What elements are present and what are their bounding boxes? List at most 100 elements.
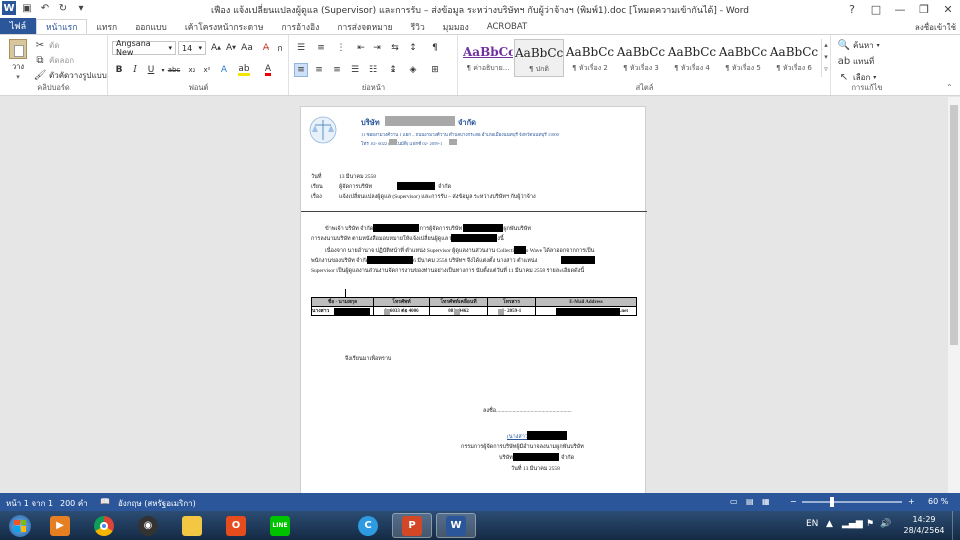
scrollbar-thumb[interactable] <box>950 105 958 345</box>
font-size-select[interactable]: 14 ▾ <box>178 41 206 55</box>
network-icon[interactable]: ▂▄▆ <box>842 519 863 529</box>
zoom-out-icon[interactable]: − <box>790 497 797 506</box>
taskbar-xbox[interactable]: ◉ <box>128 513 168 538</box>
multilevel-list-icon[interactable]: ⋮ <box>334 41 348 55</box>
strikethrough-icon[interactable]: abc <box>167 63 181 77</box>
thai-distributed-icon[interactable]: ☷ <box>366 63 380 77</box>
style-normal[interactable]: AaBbCcI ¶ ปกติ <box>514 39 564 77</box>
text-effects-icon[interactable]: A <box>217 63 231 77</box>
taskbar-powerpoint[interactable]: P <box>392 513 432 538</box>
tab-review[interactable]: รีวิว <box>402 19 434 34</box>
tab-acrobat[interactable]: ACROBAT <box>478 19 536 34</box>
paste-button[interactable]: วาง ▾ <box>6 39 30 81</box>
cut-button[interactable]: ✂ ตัด <box>34 39 60 52</box>
bullets-icon[interactable]: ☰ <box>294 41 308 55</box>
ribbon-tabs: ไฟล์ หน้าแรก แทรก ออกแบบ เค้าโครงหน้ากระ… <box>0 18 960 34</box>
zoom-level[interactable]: 60 % <box>928 497 948 506</box>
taskbar-file-explorer[interactable] <box>172 513 212 538</box>
line-spacing-icon[interactable]: ↨ <box>386 63 400 77</box>
restore-button[interactable]: ❐ <box>912 0 936 18</box>
word-count[interactable]: 200 คำ <box>60 497 88 510</box>
volume-icon[interactable]: 🔊 <box>880 519 891 529</box>
taskbar-media-player[interactable]: ▶ <box>40 513 80 538</box>
proofing-icon[interactable]: 📖 <box>100 497 110 506</box>
subscript-icon[interactable]: x₂ <box>185 63 199 77</box>
borders-icon[interactable]: ⊞ <box>428 63 442 77</box>
show-desktop-button[interactable] <box>952 511 960 540</box>
taskbar-office[interactable]: O <box>216 513 256 538</box>
style-heading-3[interactable]: AaBbCc ¶ หัวเรื่อง 3 <box>616 39 666 77</box>
increase-indent-icon[interactable]: ⇥ <box>370 41 384 55</box>
ribbon-display-button[interactable]: □ <box>864 0 888 18</box>
clear-formatting-icon[interactable]: A̶ <box>259 41 273 55</box>
taskbar-word[interactable]: W <box>436 513 476 538</box>
tab-home[interactable]: หน้าแรก <box>36 19 88 34</box>
redaction-para1-c <box>451 234 497 242</box>
style-heading-6[interactable]: AaBbCc ¶ หัวเรื่อง 6 <box>769 39 819 77</box>
numbering-icon[interactable]: ≡ <box>314 41 328 55</box>
copy-button[interactable]: ⧉ คัดลอก <box>34 54 74 67</box>
align-right-icon[interactable]: ≡ <box>330 63 344 77</box>
minimize-button[interactable]: — <box>888 0 912 18</box>
taskbar-chrome[interactable] <box>84 513 124 538</box>
paste-dropdown-icon[interactable]: ▾ <box>6 73 30 81</box>
tab-insert[interactable]: แทรก <box>87 19 126 34</box>
page-count[interactable]: หน้า 1 จาก 1 <box>6 497 53 510</box>
taskbar-c-app[interactable]: C <box>348 513 388 538</box>
tab-view[interactable]: มุมมอง <box>434 19 478 34</box>
read-mode-icon[interactable]: ▭ <box>730 497 738 506</box>
print-layout-icon[interactable]: ▤ <box>746 497 754 506</box>
sign-in-link[interactable]: ลงชื่อเข้าใช้ <box>915 21 956 34</box>
web-layout-icon[interactable]: ▦ <box>762 497 770 506</box>
align-left-icon[interactable]: ≡ <box>294 63 308 77</box>
document-page[interactable]: บริษัท จำกัด 11 ซอยงามวงศ์วาน 1 แยก – ถน… <box>300 106 647 493</box>
superscript-icon[interactable]: x² <box>200 63 214 77</box>
find-button[interactable]: 🔍 ค้นหา ▾ <box>838 39 880 52</box>
zoom-slider[interactable] <box>802 497 902 507</box>
signer-title: กรรมการผู้จัดการบริษัทผู้มีอำนาจลงนามผูก… <box>461 444 584 450</box>
sort-icon[interactable]: ↕ <box>406 41 420 55</box>
input-language[interactable]: EN <box>806 519 818 529</box>
tab-page-layout[interactable]: เค้าโครงหน้ากระดาษ <box>176 19 273 34</box>
distributed-icon[interactable]: ⇆ <box>388 41 402 55</box>
style-heading-5[interactable]: AaBbCc ¶ หัวเรื่อง 5 <box>718 39 768 77</box>
grow-font-icon[interactable]: A ▲ <box>209 41 223 55</box>
collapse-ribbon-icon[interactable]: ⌃ <box>946 83 953 92</box>
align-center-icon[interactable]: ≡ <box>312 63 326 77</box>
tab-design[interactable]: ออกแบบ <box>126 19 176 34</box>
clock[interactable]: 14:29 28/4/2564 <box>900 514 948 536</box>
help-button[interactable]: ? <box>840 0 864 18</box>
shrink-font-icon[interactable]: A ▼ <box>224 41 238 55</box>
italic-icon[interactable]: I <box>128 63 142 77</box>
zoom-in-icon[interactable]: + <box>908 497 915 506</box>
format-painter-button[interactable]: 🖌 ตัวคัดวางรูปแบบ <box>34 69 107 82</box>
start-button[interactable] <box>6 513 34 538</box>
justify-icon[interactable]: ☰ <box>348 63 362 77</box>
redaction-phone-1 <box>389 139 397 145</box>
phonetic-guide-icon[interactable]: ก <box>273 41 287 55</box>
tab-file[interactable]: ไฟล์ <box>0 18 36 34</box>
styles-scroll[interactable]: ▴ ▾ ▿ <box>821 39 830 77</box>
highlight-icon[interactable]: ab <box>237 63 251 77</box>
bold-icon[interactable]: B <box>112 63 126 77</box>
show-marks-icon[interactable]: ¶ <box>428 41 442 55</box>
font-family-select[interactable]: Angsana New ▾ <box>112 39 176 57</box>
language-indicator[interactable]: อังกฤษ (สหรัฐอเมริกา) <box>118 497 196 510</box>
style-caption[interactable]: AaBbCc ¶ ค่าอธิบาย... <box>463 39 513 77</box>
replace-button[interactable]: ab แทนที่ <box>838 55 874 68</box>
flag-icon[interactable]: ⚑ <box>866 519 874 529</box>
tab-references[interactable]: การอ้างอิง <box>273 19 329 34</box>
tray-expand-icon[interactable]: ▲ <box>826 519 833 529</box>
decrease-indent-icon[interactable]: ⇤ <box>354 41 368 55</box>
change-case-icon[interactable]: Aa <box>240 41 254 55</box>
taskbar-line[interactable]: LINE <box>260 513 300 538</box>
style-heading-2[interactable]: AaBbCc ¶ หัวเรื่อง 2 <box>565 39 615 77</box>
shading-icon[interactable]: ◈ <box>406 63 420 77</box>
zoom-slider-thumb[interactable] <box>830 497 834 507</box>
font-color-icon[interactable]: A <box>261 63 275 77</box>
copy-label: คัดลอก <box>49 56 75 65</box>
vertical-scrollbar[interactable] <box>948 97 960 493</box>
close-button[interactable]: ✕ <box>936 0 960 18</box>
tab-mailings[interactable]: การส่งจดหมาย <box>328 19 401 34</box>
style-heading-4[interactable]: AaBbCc ¶ หัวเรื่อง 4 <box>667 39 717 77</box>
